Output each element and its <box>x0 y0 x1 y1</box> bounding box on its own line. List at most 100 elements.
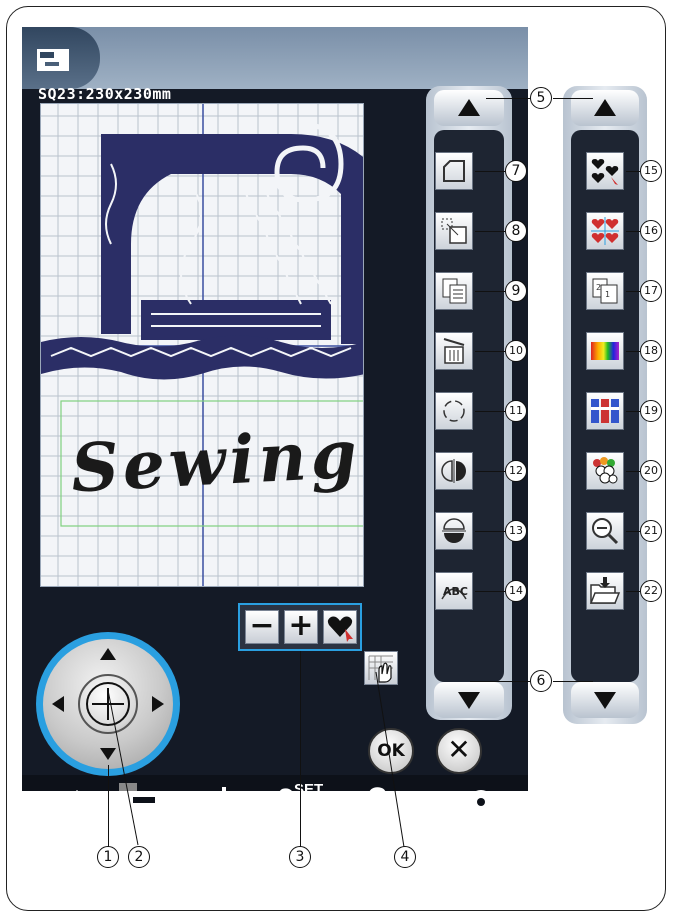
leader-19 <box>626 411 640 412</box>
callout-17: 17 <box>640 280 662 302</box>
callout-19: 19 <box>640 400 662 422</box>
cancel-button[interactable]: ✕ <box>436 728 482 774</box>
delete-button[interactable] <box>435 332 473 370</box>
center-icon <box>591 217 619 245</box>
open-file-icon[interactable] <box>202 785 238 819</box>
callout-12: 12 <box>505 460 527 482</box>
group-button[interactable] <box>586 152 624 190</box>
callout-21: 21 <box>640 520 662 542</box>
hoop-display[interactable]: Sewing <box>40 103 364 587</box>
callout-5: 5 <box>530 87 552 109</box>
mirror-vertical-button[interactable] <box>435 512 473 550</box>
plus-button[interactable]: + <box>284 610 318 644</box>
zoom-out-button[interactable] <box>586 512 624 550</box>
rotate-button[interactable] <box>435 392 473 430</box>
color-grouping-button[interactable] <box>586 452 624 490</box>
callout-16: 16 <box>640 220 662 242</box>
callout-8: 8 <box>505 220 527 242</box>
scroll-down-button-left[interactable] <box>434 682 504 718</box>
leader-16 <box>626 231 640 232</box>
callout-6: 6 <box>530 670 552 692</box>
callout-22: 22 <box>640 580 662 602</box>
leader-22 <box>626 591 640 592</box>
svg-text:ABC: ABC <box>443 585 468 598</box>
center-button-hearts[interactable] <box>586 212 624 250</box>
delete-icon <box>443 338 465 364</box>
scroll-down-button-right[interactable] <box>571 682 639 718</box>
leader-9 <box>475 291 505 292</box>
resize-icon <box>441 218 467 244</box>
set-label: SET <box>294 781 324 798</box>
callout-7: 7 <box>505 160 527 182</box>
leader-18 <box>626 351 640 352</box>
arc-text-button[interactable]: ABC <box>435 572 473 610</box>
hoop-size-label: SQ23:230x230mm <box>38 85 172 103</box>
leader-12 <box>475 471 505 472</box>
group-icon <box>591 159 619 185</box>
zoom-out-icon <box>592 518 619 545</box>
color-list-button[interactable] <box>586 392 624 430</box>
leader-5b <box>553 98 593 99</box>
basting-button[interactable] <box>435 152 473 190</box>
callout-13: 13 <box>505 520 527 542</box>
basting-icon <box>443 160 465 182</box>
mirror-horizontal-icon <box>441 459 466 483</box>
leader-4 <box>375 672 405 848</box>
callout-3: 3 <box>289 846 311 868</box>
bottom-icons: SET ? <box>22 775 528 830</box>
minus-button[interactable]: − <box>245 610 279 644</box>
save-file-icon <box>589 577 621 604</box>
save-file-button[interactable] <box>586 572 624 610</box>
lock-key-icon[interactable] <box>437 787 495 817</box>
embroidery-mode-tab[interactable] <box>22 27 100 89</box>
heart-cursor-button[interactable] <box>323 610 357 644</box>
svg-text:1: 1 <box>605 290 610 299</box>
leader-6b <box>553 681 593 682</box>
leader-2 <box>107 690 139 846</box>
color-change-icon <box>591 342 619 360</box>
leader-7 <box>475 171 505 172</box>
rotate-icon <box>443 400 465 422</box>
leader-20 <box>626 471 640 472</box>
color-list-icon <box>591 399 619 423</box>
layer-order-button[interactable]: 21 <box>586 272 624 310</box>
home-icon[interactable] <box>62 787 92 817</box>
scroll-up-button-right[interactable] <box>571 90 639 126</box>
mirror-vertical-icon <box>442 518 466 543</box>
mirror-horizontal-button[interactable] <box>435 452 473 490</box>
callout-15: 15 <box>640 160 662 182</box>
arrow-right-icon[interactable] <box>152 696 164 712</box>
leader-3 <box>300 651 301 847</box>
color-grouping-icon <box>593 457 618 484</box>
leader-13 <box>475 531 505 532</box>
arrow-down-icon <box>594 692 616 709</box>
title-bar <box>22 27 528 89</box>
leader-11 <box>475 411 505 412</box>
leader-10 <box>475 351 505 352</box>
layer-order-icon: 21 <box>592 278 618 304</box>
duplicate-button[interactable] <box>435 272 473 310</box>
callout-11: 11 <box>505 400 527 422</box>
callout-1: 1 <box>97 846 119 868</box>
color-change-button[interactable] <box>586 332 624 370</box>
scroll-up-button-left[interactable] <box>434 90 504 126</box>
arrow-up-icon[interactable] <box>100 648 116 660</box>
callout-4: 4 <box>394 846 416 868</box>
leader-5 <box>486 98 530 99</box>
embroidered-text: Sewing <box>69 414 363 508</box>
arrow-down-icon <box>458 692 480 709</box>
stitch-scale-controls: − + <box>238 603 362 651</box>
callout-10: 10 <box>505 340 527 362</box>
design-canvas <box>41 104 363 586</box>
leader-15 <box>626 171 640 172</box>
callout-2: 2 <box>128 846 150 868</box>
svg-text:2: 2 <box>596 283 601 292</box>
arrow-left-icon[interactable] <box>52 696 64 712</box>
duplicate-icon <box>442 278 467 304</box>
callout-14: 14 <box>505 580 527 602</box>
arc-text-icon: ABC <box>441 585 468 600</box>
callout-18: 18 <box>640 340 662 362</box>
arrow-up-icon <box>458 99 480 116</box>
callout-20: 20 <box>640 460 662 482</box>
resize-button[interactable] <box>435 212 473 250</box>
